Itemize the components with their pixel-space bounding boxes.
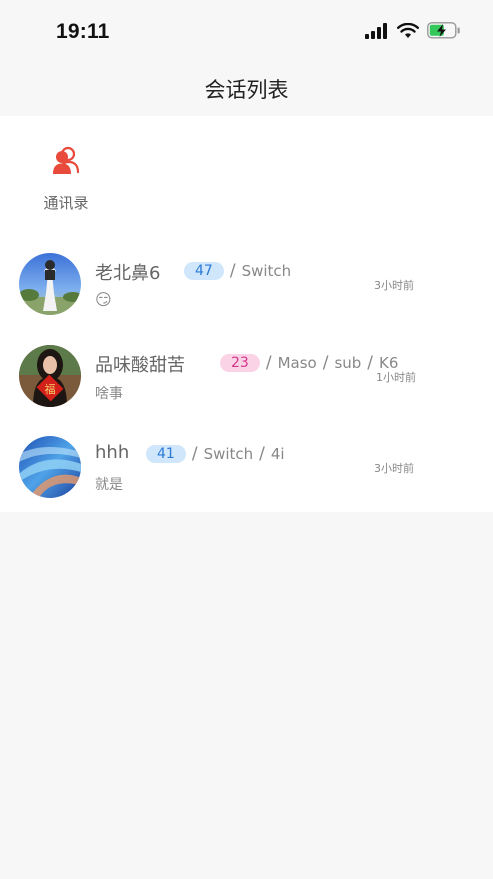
status-icons <box>365 22 461 39</box>
tag: sub <box>334 354 362 372</box>
user-tags: 23 / Maso / sub / K6 <box>220 353 398 373</box>
list-item[interactable]: 老北鼻6 47 / Switch 3小时前 😏 <box>0 253 493 344</box>
avatar <box>19 253 81 315</box>
level-badge: 47 <box>184 262 224 280</box>
tag: Maso <box>277 354 317 372</box>
contact-name: hhh <box>95 442 130 463</box>
timestamp: 3小时前 <box>374 462 414 475</box>
nav-bar: 会话列表 <box>0 60 493 116</box>
tag: Switch <box>241 262 292 280</box>
signal-icon <box>365 22 387 39</box>
level-badge: 41 <box>146 445 186 463</box>
avatar <box>19 436 81 498</box>
conversation-list-panel: 通讯录 老北鼻6 47 / Switch 3小时前 😏 福 品味酸甜苦 23 /… <box>0 116 493 512</box>
wifi-icon <box>397 22 419 38</box>
timestamp: 1小时前 <box>376 371 416 384</box>
avatar: 福 <box>19 345 81 407</box>
tag: 4i <box>270 445 285 463</box>
contacts-button[interactable]: 通讯录 <box>30 146 102 213</box>
user-tags: 41 / Switch / 4i <box>146 444 285 464</box>
message-preview: 啥事 <box>95 386 123 402</box>
status-bar: 19:11 <box>0 0 493 60</box>
timestamp: 3小时前 <box>374 279 414 292</box>
page-title: 会话列表 <box>204 78 289 102</box>
contacts-icon <box>53 146 80 174</box>
tag: Switch <box>203 445 254 463</box>
battery-charging-icon <box>427 22 460 39</box>
contact-name: 老北鼻6 <box>95 263 161 284</box>
svg-text:福: 福 <box>45 382 56 396</box>
message-preview: 😏 <box>95 290 112 309</box>
level-badge: 23 <box>220 354 260 372</box>
message-preview: 就是 <box>95 477 123 493</box>
user-tags: 47 / Switch <box>184 261 291 281</box>
status-time: 19:11 <box>56 20 110 43</box>
list-item[interactable]: 福 品味酸甜苦 23 / Maso / sub / K6 1小时前 啥事 <box>0 345 493 436</box>
contacts-label: 通讯录 <box>43 194 89 212</box>
contact-name: 品味酸甜苦 <box>95 355 185 376</box>
list-item[interactable]: hhh 41 / Switch / 4i 3小时前 就是 <box>0 436 493 527</box>
